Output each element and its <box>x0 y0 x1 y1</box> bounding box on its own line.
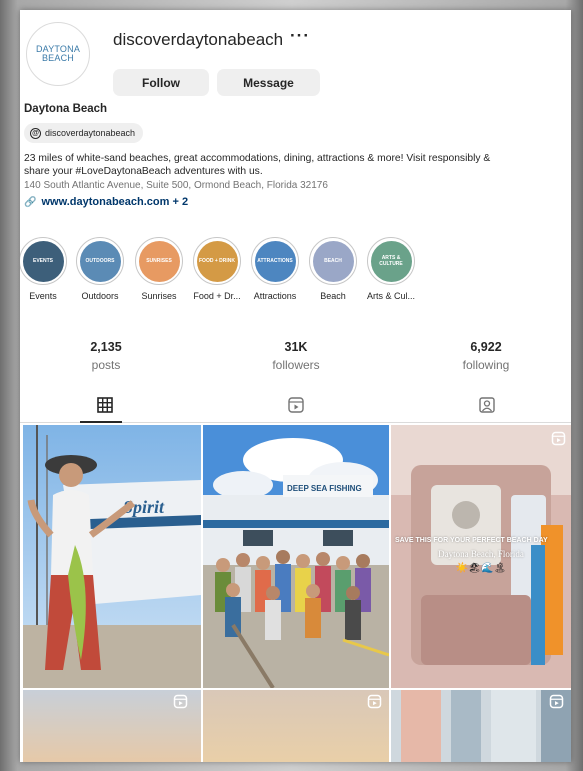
highlight-outdoors[interactable]: OUTDOORS Outdoors <box>74 237 126 301</box>
profile-username: discoverdaytonabeach <box>113 30 284 49</box>
highlight-ring: BEACH <box>309 237 357 285</box>
active-tab-indicator <box>80 421 122 423</box>
highlight-label: Food + Dr... <box>193 291 241 301</box>
threads-icon: @ <box>30 127 41 139</box>
highlight-attractions[interactable]: ATTRACTIONS Attractions <box>249 237 301 301</box>
overlay-emojis: ☀️🏖🌊🏝 <box>455 563 507 574</box>
highlight-label: Outdoors <box>81 291 119 301</box>
highlight-ring: EVENTS <box>20 237 67 285</box>
highlight-ring: ATTRACTIONS <box>251 237 299 285</box>
highlight-cover: ATTRACTIONS <box>254 240 296 282</box>
highlight-events[interactable]: EVENTS Events <box>20 237 69 301</box>
stat-posts[interactable]: 2,135 posts <box>46 340 166 372</box>
highlight-ring: FOOD + DRINK <box>193 237 241 285</box>
stat-value: 6,922 <box>470 340 502 354</box>
stat-label: posts <box>91 358 121 372</box>
highlight-label: Events <box>29 291 57 301</box>
highlight-label: Sunrises <box>141 291 177 301</box>
stat-label: following <box>462 358 510 372</box>
stat-followers[interactable]: 31K followers <box>236 340 356 372</box>
post-image-boat-group: DEEP SEA FISHING <box>203 425 389 688</box>
highlight-cover: SUNRISES <box>138 240 180 282</box>
highlight-ring: SUNRISES <box>135 237 183 285</box>
post-tile-5[interactable] <box>203 690 389 762</box>
highlight-beach[interactable]: BEACH Beach <box>307 237 359 301</box>
post-tile-2[interactable]: DEEP SEA FISHING <box>203 425 389 688</box>
tab-posts-grid-icon[interactable] <box>95 395 115 415</box>
highlight-food-drink[interactable]: FOOD + DRINK Food + Dr... <box>191 237 243 301</box>
highlight-arts-culture[interactable]: ARTS & CULTURE Arts & Cul... <box>365 237 417 301</box>
highlight-cover: EVENTS <box>22 240 64 282</box>
post-tile-1[interactable]: Spirit <box>23 425 201 688</box>
highlight-ring: ARTS & CULTURE <box>367 237 415 285</box>
post-image-building <box>391 690 571 762</box>
profile-address: 140 South Atlantic Avenue, Suite 500, Or… <box>24 180 328 191</box>
tab-reels-icon[interactable] <box>286 395 306 415</box>
threads-badge[interactable]: @ discoverdaytonabeach <box>24 123 144 143</box>
reel-indicator-icon <box>551 431 566 446</box>
highlight-sunrises[interactable]: SUNRISES Sunrises <box>133 237 185 301</box>
stat-value: 2,135 <box>90 340 122 354</box>
bio-line-1: 23 miles of white-sand beaches, great ac… <box>24 153 491 164</box>
highlight-ring: OUTDOORS <box>76 237 124 285</box>
stat-following[interactable]: 6,922 following <box>426 340 546 372</box>
instagram-profile-page: DAYTONA BEACH discoverdaytonabeach ··· F… <box>20 10 571 762</box>
post-image-sunrise-2 <box>203 690 389 762</box>
stat-value: 31K <box>284 340 308 354</box>
threads-handle: discoverdaytonabeach <box>45 128 136 138</box>
highlight-label: Arts & Cul... <box>366 291 415 301</box>
boat-sign-text: DEEP SEA FISHING <box>287 484 362 493</box>
overlay-subtitle: Daytona Beach, Florida <box>438 549 524 559</box>
highlight-label: Beach <box>320 291 346 301</box>
message-button[interactable]: Message <box>217 69 320 96</box>
follow-button[interactable]: Follow <box>113 69 209 96</box>
avatar-logo-line2: BEACH <box>41 53 74 63</box>
post-tile-4[interactable] <box>23 690 201 762</box>
profile-display-name: Daytona Beach <box>24 103 108 115</box>
highlight-cover: ARTS & CULTURE <box>370 240 412 282</box>
stat-label: followers <box>272 358 320 372</box>
highlight-cover: BEACH <box>312 240 354 282</box>
bio-line-2: share your #LoveDaytonaBeach adventures … <box>24 166 263 177</box>
reel-indicator-icon <box>367 694 382 709</box>
more-options-icon[interactable]: ··· <box>290 26 310 46</box>
highlight-cover: OUTDOORS <box>79 240 121 282</box>
website-text: www.daytonabeach.com + 2 <box>41 196 189 208</box>
post-image-fisherwoman: Spirit <box>23 425 201 688</box>
profile-website-link[interactable]: 🔗 www.daytonabeach.com + 2 <box>24 196 188 208</box>
overlay-title: SAVE THIS FOR YOUR PERFECT BEACH DAY <box>395 537 548 544</box>
link-icon: 🔗 <box>24 196 37 208</box>
reel-indicator-icon <box>549 694 564 709</box>
post-tile-3[interactable]: SAVE THIS FOR YOUR PERFECT BEACH DAY Day… <box>391 425 571 688</box>
profile-bio: 23 miles of white-sand beaches, great ac… <box>24 152 564 178</box>
reel-indicator-icon <box>173 694 188 709</box>
post-tile-6[interactable] <box>391 690 571 762</box>
highlight-cover: FOOD + DRINK <box>196 240 238 282</box>
highlight-label: Attractions <box>253 291 297 301</box>
profile-avatar[interactable]: DAYTONA BEACH <box>26 22 90 86</box>
tab-tagged-icon[interactable] <box>477 395 497 415</box>
